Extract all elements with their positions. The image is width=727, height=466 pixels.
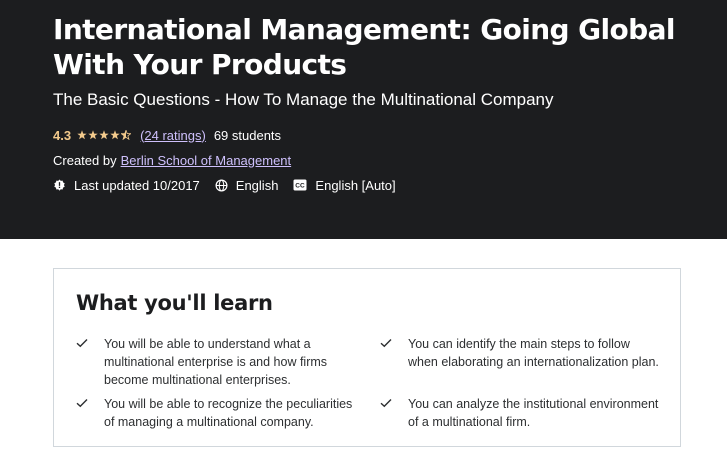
author-link[interactable]: Berlin School of Management — [121, 153, 292, 168]
rating-row: 4.3 (24 ratings) 69 students — [53, 126, 281, 144]
check-icon — [76, 339, 88, 348]
alert-badge-icon — [54, 178, 65, 191]
last-updated-text: Last updated 10/2017 — [74, 177, 200, 193]
star-icon — [99, 130, 109, 140]
last-updated: Last updated 10/2017 — [53, 178, 200, 193]
learn-item: You can analyze the institutional enviro… — [380, 395, 663, 431]
star-icon — [77, 130, 87, 140]
check-icon — [380, 399, 392, 408]
created-by: Created by Berlin School of Management — [53, 151, 291, 169]
language-text: English — [235, 177, 279, 193]
learn-title: What you'll learn — [76, 291, 273, 315]
star-icon — [110, 130, 120, 140]
learn-item: You will be able to understand what a mu… — [76, 335, 359, 389]
learn-item-text: You will be able to understand what a mu… — [104, 337, 328, 387]
check-icon — [76, 399, 88, 408]
learn-item-text: You will be able to recognize the peculi… — [104, 397, 353, 429]
course-header: International Management: Going Global W… — [0, 0, 727, 239]
check-icon — [380, 339, 392, 348]
language: English — [215, 177, 279, 193]
captions-text: English [Auto] — [315, 177, 396, 193]
ratings-count-link[interactable]: (24 ratings) — [140, 128, 206, 143]
closed-captions-icon: CC — [293, 179, 307, 191]
students-count: 69 students — [213, 127, 282, 143]
half-star-icon — [121, 130, 132, 140]
learn-item-text: You can analyze the institutional enviro… — [408, 397, 659, 429]
what-youll-learn: What you'll learn You will be able to un… — [53, 268, 681, 447]
learn-item-text: You can identify the main steps to follo… — [408, 337, 659, 369]
captions: CC English [Auto] — [293, 177, 396, 193]
star-icon — [88, 130, 98, 140]
created-by-label: Created by — [53, 152, 117, 168]
course-title: International Management: Going Global W… — [53, 13, 676, 81]
learn-item: You will be able to recognize the peculi… — [76, 395, 359, 431]
star-rating — [77, 130, 132, 140]
svg-text:CC: CC — [296, 183, 306, 190]
globe-icon — [215, 179, 228, 191]
course-meta: Last updated 10/2017 English CC English … — [53, 176, 396, 194]
course-subtitle: The Basic Questions - How To Manage the … — [53, 90, 554, 109]
learn-item: You can identify the main steps to follo… — [380, 335, 663, 371]
rating-value: 4.3 — [53, 127, 72, 143]
